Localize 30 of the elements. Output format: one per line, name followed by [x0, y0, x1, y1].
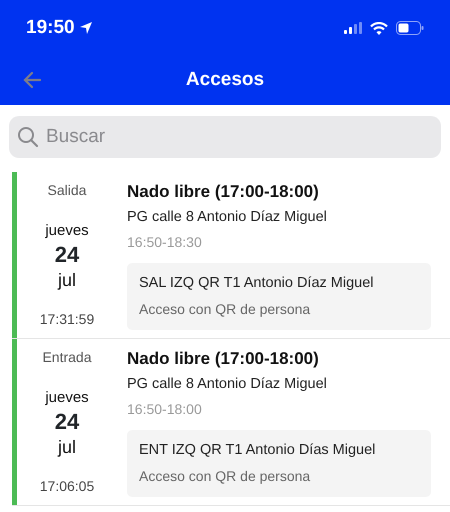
access-method: Acceso con QR de persona	[139, 467, 312, 486]
weekday-label: jueves	[45, 388, 89, 408]
time-range: 16:50-18:00	[127, 400, 203, 420]
page-title: Accesos	[186, 68, 264, 92]
direction-label: Salida	[48, 181, 86, 200]
back-arrow-icon[interactable]	[22, 70, 42, 90]
activity-title: Nado libre (17:00-18:00)	[127, 348, 320, 370]
day-number: 24	[54, 410, 80, 434]
signal-icon	[344, 22, 362, 34]
weekday-label: jueves	[45, 221, 89, 241]
access-entry[interactable]: Salida jueves 24 jul 17:31:59 Nado libre (17:00-18:00) PG calle 8 Antonio Díaz Miguel 16:50-18:30 SAL IZQ QR T1 Antonio Díaz Miguel Acceso con QR de persona	[12, 172, 450, 339]
access-entry[interactable]: Entrada jueves 24 jul 17:06:05 Nado libre (17:00-18:00) PG calle 8 Antonio Díaz Miguel 16:50-18:00 ENT IZQ QR T1 Antonio Días Miguel Acceso con QR de persona	[12, 339, 450, 506]
device-name: ENT IZQ QR T1 Antonio Días Miguel	[139, 441, 376, 460]
wifi-icon	[370, 22, 388, 34]
time-range: 16:50-18:30	[127, 233, 203, 252]
device-name: SAL IZQ QR T1 Antonio Díaz Miguel	[139, 274, 375, 294]
activity-title: Nado libre (17:00-18:00)	[127, 181, 320, 203]
place-label: PG calle 8 Antonio Díaz Miguel	[127, 374, 328, 394]
access-time: 17:06:05	[40, 477, 94, 496]
month-label: jul	[58, 436, 76, 459]
month-label: jul	[58, 268, 76, 292]
search-field[interactable]: Buscar	[9, 116, 441, 158]
access-method: Acceso con QR de persona	[139, 300, 312, 319]
battery-icon	[396, 21, 424, 35]
status-time: 19:50	[26, 16, 75, 40]
direction-label: Entrada	[42, 348, 92, 367]
access-time: 17:31:59	[40, 310, 94, 329]
day-number: 24	[54, 242, 80, 267]
place-label: PG calle 8 Antonio Díaz Miguel	[127, 208, 328, 226]
location-arrow-icon	[78, 21, 93, 35]
